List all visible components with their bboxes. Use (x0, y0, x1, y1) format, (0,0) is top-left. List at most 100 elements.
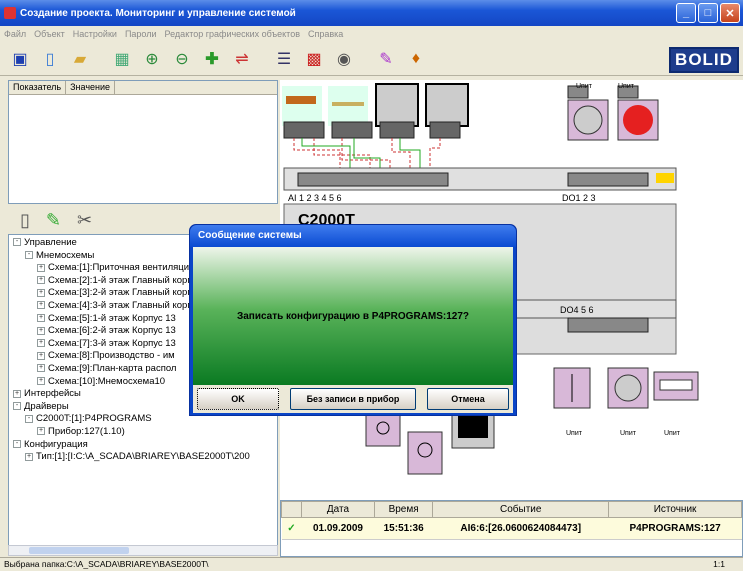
svg-text:Uпит: Uпит (618, 83, 635, 90)
disk-icon[interactable]: ◉ (332, 47, 356, 71)
expand-icon[interactable]: + (37, 276, 45, 285)
new-file-icon[interactable]: ▯ (38, 47, 62, 71)
status-page: 1:1 (713, 559, 725, 569)
collapse-icon[interactable]: - (13, 439, 21, 448)
header-source[interactable]: Источник (608, 501, 742, 518)
collapse-icon[interactable]: - (25, 251, 33, 260)
save-icon[interactable]: ▣ (8, 47, 32, 71)
edit-item-icon[interactable]: ✎ (46, 210, 61, 231)
menu-help[interactable]: Справка (308, 29, 343, 39)
tree-item-label: Драйверы (24, 400, 69, 412)
tree-item-label: Интерфейсы (24, 388, 81, 400)
fan-unit-icon (567, 99, 609, 141)
close-button[interactable]: ✕ (720, 3, 740, 23)
tree-item-label: Схема:[3]:2-й этаж Главный корпус (48, 287, 202, 299)
svg-text:Uпит: Uпит (566, 430, 583, 437)
tree-item-label: Схема:[4]:3-й этаж Главный корпус (48, 299, 202, 311)
tree-item-label: Схема:[5]:1-й этаж Корпус 13 (48, 312, 176, 324)
column-value[interactable]: Значение (66, 81, 116, 94)
expand-icon[interactable]: + (37, 351, 45, 360)
window-title: Создание проекта. Мониторинг и управлени… (20, 7, 296, 19)
maximize-button[interactable]: □ (698, 3, 718, 23)
tree-item-label: Схема:[2]:1-й этаж Главный корпус (48, 274, 202, 286)
device-icon[interactable]: ▦ (110, 47, 134, 71)
zoom-in-icon[interactable]: ⊕ (140, 47, 164, 71)
tree-item-label: C2000T:[1]:P4PROGRAMS (36, 413, 152, 425)
expand-icon[interactable]: + (37, 427, 45, 436)
svg-text:AI 1 2 3 4 5 6: AI 1 2 3 4 5 6 (288, 193, 342, 203)
menu-settings[interactable]: Настройки (73, 29, 117, 39)
collapse-icon[interactable]: - (13, 402, 21, 411)
tree-item-label: Схема:[10]:Мнемосхема10 (48, 375, 166, 387)
tree-item-label: Схема:[6]:2-й этаж Корпус 13 (48, 325, 176, 337)
expand-icon[interactable]: + (25, 452, 33, 461)
fan-icon (607, 367, 649, 409)
menu-graphic-editor[interactable]: Редактор графических объектов (165, 29, 300, 39)
tree-item[interactable]: + Прибор:127(1.10) (13, 426, 277, 439)
header-time[interactable]: Время (373, 501, 434, 518)
write-icon[interactable]: ▩ (302, 47, 326, 71)
brand-logo: BOLID (669, 47, 739, 73)
dialog-title: Сообщение системы (190, 225, 516, 247)
svg-text:Uпит: Uпит (576, 83, 593, 90)
expand-icon[interactable]: + (37, 301, 45, 310)
alarm-lamp-icon (617, 99, 659, 141)
no-write-button[interactable]: Без записи в прибор (290, 388, 416, 410)
expand-icon[interactable]: + (37, 288, 45, 297)
app-icon (4, 7, 16, 19)
expand-icon[interactable]: + (37, 377, 45, 386)
zoom-out-icon[interactable]: ⊖ (170, 47, 194, 71)
tree-item-label: Прибор:127(1.10) (48, 425, 125, 437)
event-log: Дата Время Событие Источник ✓ 01.09.2009… (280, 500, 743, 557)
header-date[interactable]: Дата (301, 501, 375, 518)
expand-icon[interactable]: + (13, 389, 21, 398)
check-icon: ✓ (281, 517, 302, 540)
tree-item-label: Схема:[7]:3-й этаж Корпус 13 (48, 337, 176, 349)
cut-icon[interactable]: ✂ (77, 210, 92, 231)
tree-item-label: Конфигурация (24, 438, 88, 450)
pin-icon[interactable]: ♦ (404, 47, 428, 71)
tree-item[interactable]: + Тип:[1]:[I:C:\A_SCADA\BRIAREY\BASE2000T… (13, 451, 277, 464)
menu-object[interactable]: Объект (34, 29, 65, 39)
svg-text:Uпит: Uпит (664, 430, 681, 437)
ok-button[interactable]: OK (197, 388, 279, 410)
menu-bar: Файл Объект Настройки Пароли Редактор гр… (0, 26, 743, 42)
toolbar: ▣ ▯ ▰ ▦ ⊕ ⊖ ✚ ⇌ ☰ ▩ ◉ ✎ ♦ (0, 42, 743, 76)
add-icon[interactable]: ✚ (200, 47, 224, 71)
expand-icon[interactable]: + (37, 314, 45, 323)
sensor-box-icon (375, 83, 419, 127)
svg-text:DO1 2 3: DO1 2 3 (562, 193, 596, 203)
tree-item[interactable]: - Конфигурация (13, 439, 277, 452)
header-event[interactable]: Событие (432, 501, 610, 518)
expand-icon[interactable]: + (37, 263, 45, 272)
event-time: 15:51:36 (374, 517, 433, 540)
menu-file[interactable]: Файл (4, 29, 26, 39)
collapse-icon[interactable]: - (13, 238, 21, 247)
expand-icon[interactable]: + (37, 364, 45, 373)
status-bar: Выбрана папка:C:\A_SCADA\BRIAREY\BASE200… (0, 557, 743, 571)
new-item-icon[interactable]: ▯ (20, 210, 30, 231)
sensor-box-icon (425, 83, 469, 127)
collapse-icon[interactable]: - (25, 414, 33, 423)
svg-text:Uпит: Uпит (620, 430, 637, 437)
dialog-message: Записать конфигурацию в P4PROGRAMS:127? (236, 310, 470, 322)
config-icon[interactable]: ☰ (272, 47, 296, 71)
edit-icon[interactable]: ✎ (374, 47, 398, 71)
remove-icon[interactable]: ⇌ (230, 47, 254, 71)
expand-icon[interactable]: + (37, 339, 45, 348)
tree-scrollbar[interactable] (8, 545, 278, 556)
expand-icon[interactable]: + (37, 326, 45, 335)
menu-passwords[interactable]: Пароли (125, 29, 157, 39)
confirm-dialog: Сообщение системы Записать конфигурацию … (189, 224, 517, 416)
status-text: Выбрана папка:C:\A_SCADA\BRIAREY\BASE200… (4, 559, 209, 569)
column-indicator[interactable]: Показатель (9, 81, 67, 94)
minimize-button[interactable]: _ (676, 3, 696, 23)
open-folder-icon[interactable]: ▰ (68, 47, 92, 71)
tree-item-label: Схема:[1]:Приточная вентиляция (48, 262, 195, 274)
event-text: AI6:6:[26.0600624084473] (432, 517, 609, 540)
table-row[interactable]: ✓ 01.09.2009 15:51:36 AI6:6:[26.06006240… (281, 517, 742, 540)
heater-icon (653, 371, 699, 401)
cancel-button[interactable]: Отмена (427, 388, 509, 410)
tree-item-label: Схема:[9]:План-карта распол (48, 362, 177, 374)
pipe-valve-icon (282, 86, 322, 126)
